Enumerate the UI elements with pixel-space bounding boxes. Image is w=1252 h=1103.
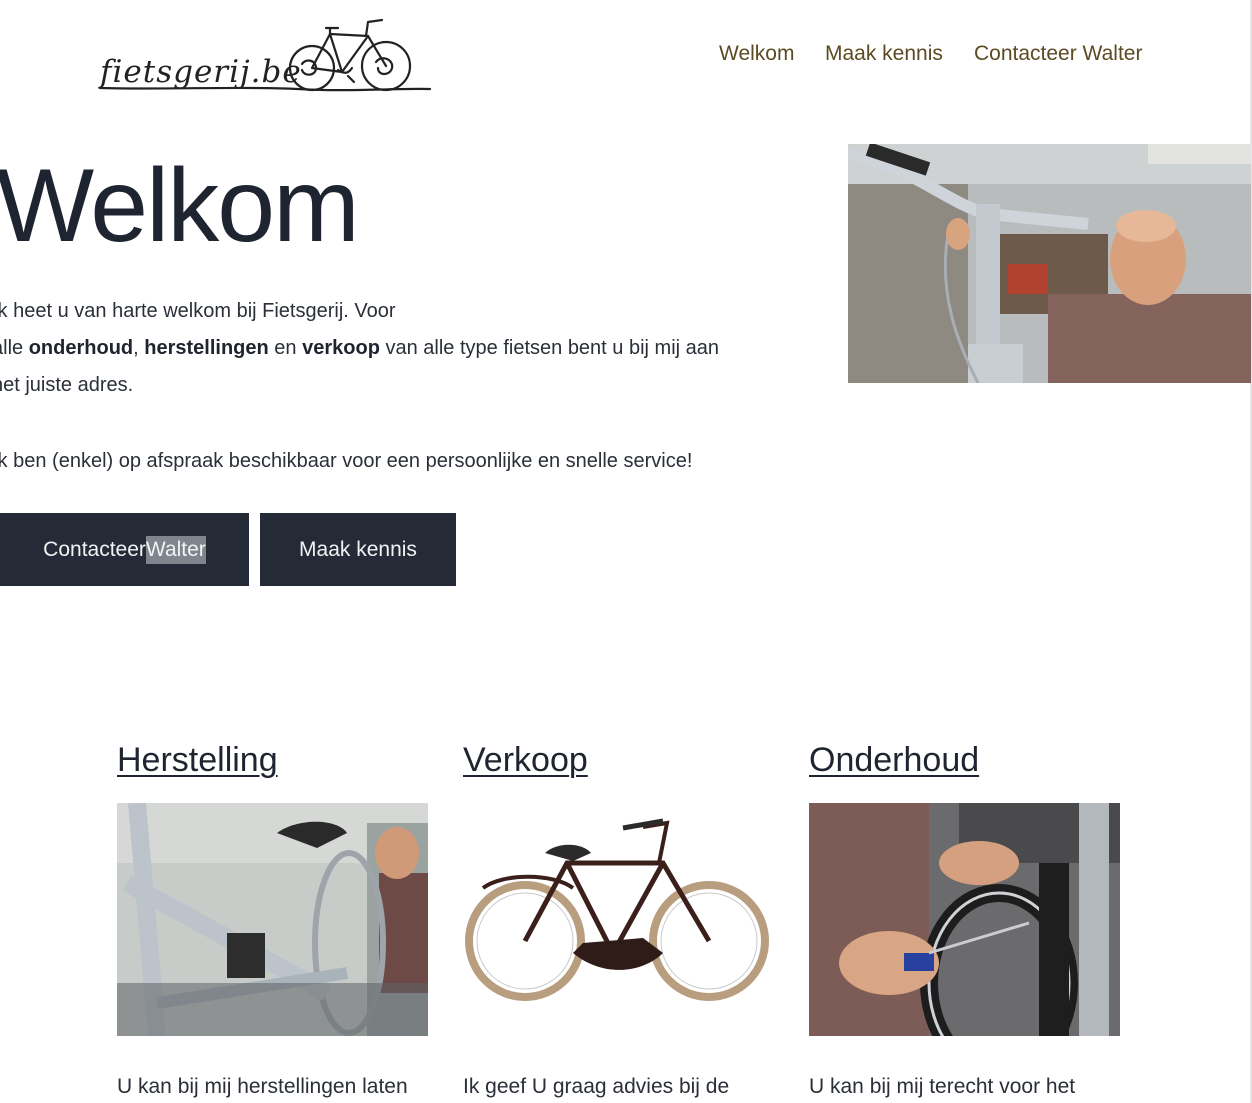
service-title-herstelling[interactable]: Herstelling <box>117 738 278 782</box>
intro-line-3: het juiste adres. <box>0 374 134 396</box>
nav-maak-kennis[interactable]: Maak kennis <box>825 40 943 68</box>
contact-walter-button[interactable]: Contacteer Walter <box>0 513 249 586</box>
appointment-note: Ik ben (enkel) op afspraak beschikbaar v… <box>0 450 693 472</box>
service-photo-verkoop <box>463 803 774 1036</box>
intro-line-1: Ik heet u van harte welkom bij Fietsgeri… <box>0 300 396 322</box>
intro-line-2: alle onderhoud, herstellingen en verkoop… <box>0 337 720 359</box>
service-photo-onderhoud <box>809 803 1120 1036</box>
service-title-verkoop[interactable]: Verkoop <box>463 738 588 782</box>
service-text-verkoop: Ik geef U graag advies bij de <box>463 1075 730 1098</box>
maak-kennis-button[interactable]: Maak kennis <box>260 513 456 586</box>
hero-photo-mechanic <box>848 144 1251 383</box>
intro-bold-verkoop: verkoop <box>302 337 380 359</box>
service-photo-herstelling <box>117 803 428 1036</box>
intro-bold-herstellingen: herstellingen <box>144 337 269 359</box>
selected-text-highlight: Walter <box>145 535 206 564</box>
nav-contacteer-walter[interactable]: Contacteer Walter <box>974 40 1142 68</box>
nav-welkom[interactable]: Welkom <box>719 40 794 68</box>
page-title: Welkom <box>0 148 360 264</box>
intro-bold-onderhoud: onderhoud <box>28 337 134 359</box>
service-text-onderhoud: U kan bij mij terecht voor het <box>809 1075 1076 1098</box>
main-nav: Welkom Maak kennis Contacteer Walter <box>0 40 1252 70</box>
service-text-herstelling: U kan bij mij herstellingen laten <box>117 1075 408 1098</box>
service-title-onderhoud[interactable]: Onderhoud <box>809 738 979 782</box>
